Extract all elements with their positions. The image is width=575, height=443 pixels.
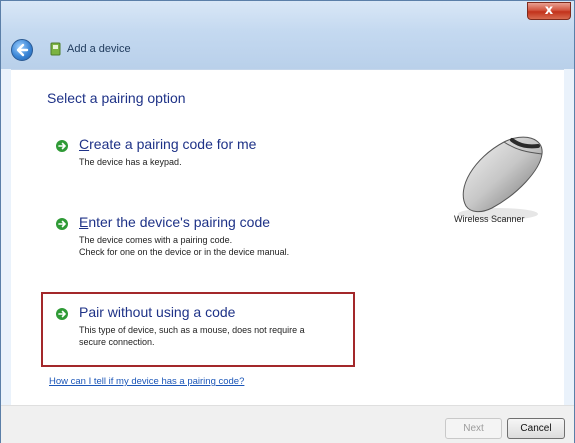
option-desc-line: The device comes with a pairing code.: [79, 235, 233, 245]
option-title[interactable]: Create a pairing code for me: [79, 136, 256, 152]
window-title: Add a device: [67, 43, 131, 55]
option-desc-line: Check for one on the device or in the de…: [79, 247, 290, 257]
device-label: Wireless Scanner: [454, 214, 525, 224]
footer-bar: Next Cancel: [1, 405, 574, 443]
back-arrow-icon: [16, 43, 29, 57]
cancel-button[interactable]: Cancel: [507, 418, 565, 439]
option-title[interactable]: Enter the device's pairing code: [79, 214, 270, 230]
page-heading: Select a pairing option: [47, 90, 186, 106]
option-description: This type of device, such as a mouse, do…: [79, 324, 305, 348]
option-desc-line: This type of device, such as a mouse, do…: [79, 325, 305, 335]
add-device-window: x Add a device Select a pairing option C…: [0, 0, 575, 443]
help-link[interactable]: How can I tell if my device has a pairin…: [49, 376, 244, 387]
option-desc-line: secure connection.: [79, 337, 155, 347]
mouse-icon: [458, 136, 543, 220]
option-description: The device has a keypad.: [79, 156, 182, 168]
title-bar: x Add a device: [1, 1, 574, 69]
option-description: The device comes with a pairing code. Ch…: [79, 234, 289, 258]
close-button[interactable]: x: [527, 2, 571, 20]
green-arrow-icon: [56, 218, 68, 230]
green-arrow-icon: [56, 308, 68, 320]
option-title[interactable]: Pair without using a code: [79, 304, 235, 320]
content-panel: Select a pairing option Create a pairing…: [11, 69, 564, 406]
next-button[interactable]: Next: [445, 418, 502, 439]
next-label: Next: [463, 423, 484, 434]
cancel-label: Cancel: [520, 423, 552, 434]
back-button[interactable]: [11, 39, 33, 61]
device-icon: [50, 42, 61, 56]
green-arrow-icon: [56, 140, 68, 152]
option-desc-line: The device has a keypad.: [79, 157, 182, 167]
